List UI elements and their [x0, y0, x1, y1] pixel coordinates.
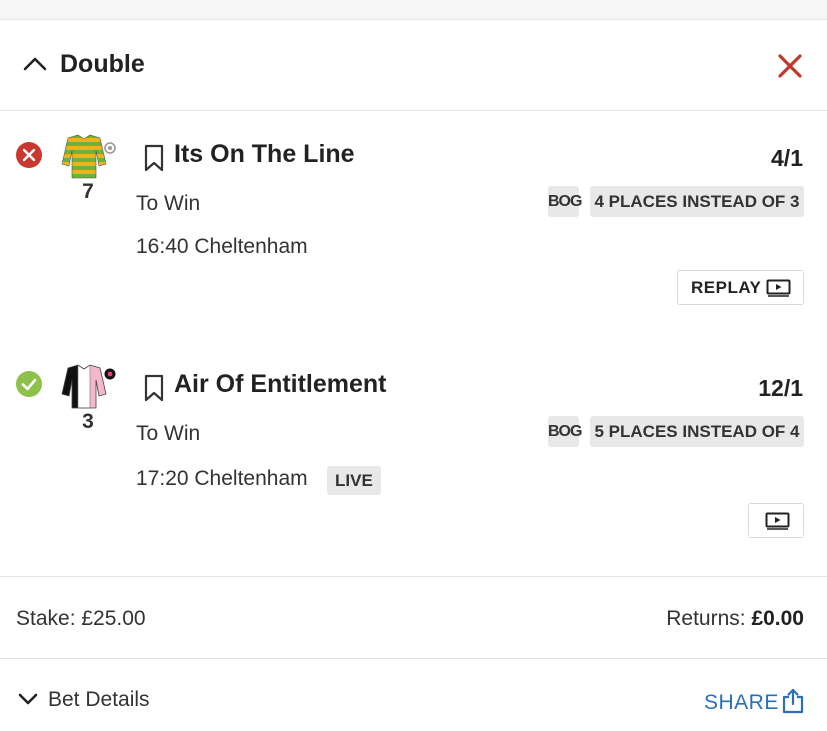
race-time-venue[interactable]: 17:20 Cheltenham: [136, 467, 308, 491]
chevron-down-icon[interactable]: [17, 691, 39, 707]
extra-places-badge: 5 PLACES INSTEAD OF 4: [590, 416, 804, 447]
selection-leg-1: 7 Its On The Line 4/1 To Win BOG 4 PLACE…: [0, 112, 827, 342]
close-icon[interactable]: [775, 51, 805, 81]
video-icon: [765, 512, 790, 530]
bet-details-toggle[interactable]: Bet Details: [48, 688, 150, 712]
returns-value: £0.00: [751, 607, 804, 630]
runner-name[interactable]: Air Of Entitlement: [174, 370, 387, 399]
video-icon: [766, 279, 791, 297]
stake-returns-row: Stake: £25.00 Returns: £0.00: [0, 576, 827, 659]
bet-type-title: Double: [60, 50, 145, 78]
bog-badge: BOG: [548, 416, 582, 447]
share-button[interactable]: SHARE: [704, 691, 779, 715]
runner-name[interactable]: Its On The Line: [174, 140, 355, 169]
replay-button[interactable]: REPLAY: [677, 270, 804, 305]
extra-places-badge: 4 PLACES INSTEAD OF 3: [590, 186, 804, 217]
bet-footer: Bet Details SHARE: [0, 660, 827, 731]
bookmark-icon[interactable]: [142, 373, 166, 403]
share-icon[interactable]: [781, 687, 805, 715]
race-time-venue[interactable]: 16:40 Cheltenham: [136, 235, 308, 259]
odds: 4/1: [771, 145, 803, 171]
returns-label: Returns:: [666, 607, 746, 630]
replay-label: REPLAY: [691, 278, 762, 297]
jockey-silk-icon: [61, 364, 116, 409]
market-name: To Win: [136, 422, 201, 445]
stake-text: Stake: £25.00: [16, 607, 146, 630]
market-name: To Win: [136, 192, 201, 215]
check-circle-icon: [16, 371, 42, 397]
watch-stream-button[interactable]: [748, 503, 804, 538]
live-badge: LIVE: [327, 466, 381, 495]
top-strip: [0, 0, 827, 20]
cross-circle-icon: [16, 142, 42, 168]
bet-header: Double: [0, 21, 827, 111]
chevron-up-icon[interactable]: [22, 53, 48, 73]
bookmark-icon[interactable]: [142, 143, 166, 173]
jockey-silk-icon: [61, 134, 116, 179]
bog-badge: BOG: [548, 186, 582, 217]
saddle-cloth-number: 3: [82, 410, 94, 433]
saddle-cloth-number: 7: [82, 180, 94, 203]
returns-text: Returns: £0.00: [666, 607, 804, 631]
selection-leg-2: 3 Air Of Entitlement 12/1 To Win BOG 5 P…: [0, 342, 827, 574]
odds: 12/1: [758, 375, 803, 401]
